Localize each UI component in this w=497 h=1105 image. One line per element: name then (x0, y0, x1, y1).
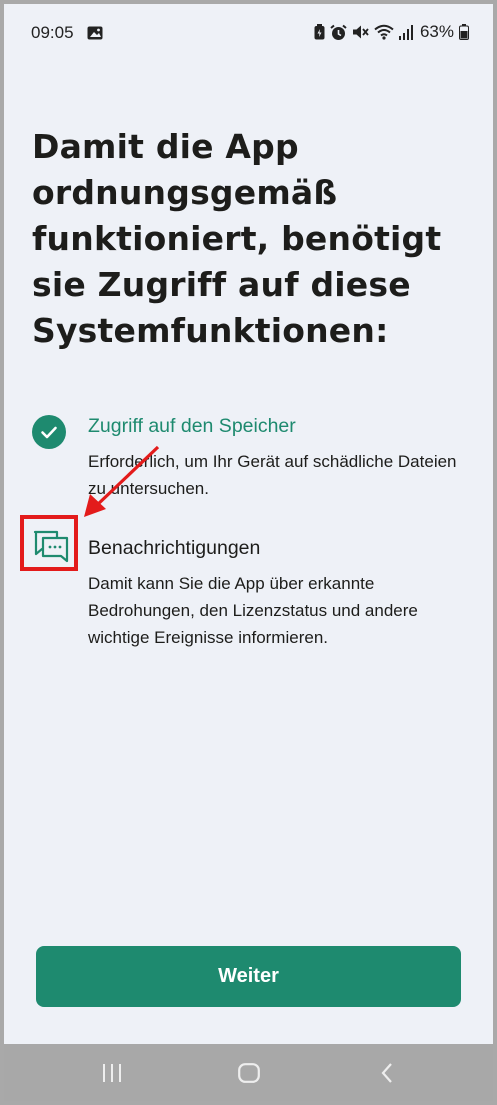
check-circle-icon (32, 415, 66, 454)
app-screen: 09:05 63% Damit die App ordnungsgemäß fu… (4, 4, 493, 1101)
image-icon (87, 25, 103, 45)
wifi-icon (374, 24, 394, 40)
status-time: 09:05 (31, 23, 74, 42)
battery-saver-icon (314, 24, 325, 40)
status-icons: 63% (314, 22, 469, 42)
annotation-arrow-icon (78, 444, 162, 527)
permission-description: Damit kann Sie die App über erkannte Bed… (88, 574, 418, 647)
annotation-highlight-box (20, 515, 78, 571)
continue-button[interactable]: Weiter (36, 946, 461, 1007)
navigation-bar (4, 1044, 493, 1101)
signal-icon (398, 24, 413, 40)
page-title: Damit die App ordnungsgemäß funktioniert… (32, 127, 442, 350)
battery-percentage: 63% (419, 22, 454, 41)
home-icon[interactable] (238, 1063, 260, 1088)
mute-icon (352, 24, 369, 40)
back-icon[interactable] (380, 1062, 394, 1089)
battery-icon (459, 24, 469, 40)
status-bar: 09:05 63% (4, 4, 493, 60)
alarm-icon (330, 24, 347, 41)
permission-title: Zugriff auf den Speicher (88, 415, 296, 437)
permission-title: Benachrichtigungen (88, 537, 261, 559)
recent-apps-icon[interactable] (101, 1064, 123, 1087)
